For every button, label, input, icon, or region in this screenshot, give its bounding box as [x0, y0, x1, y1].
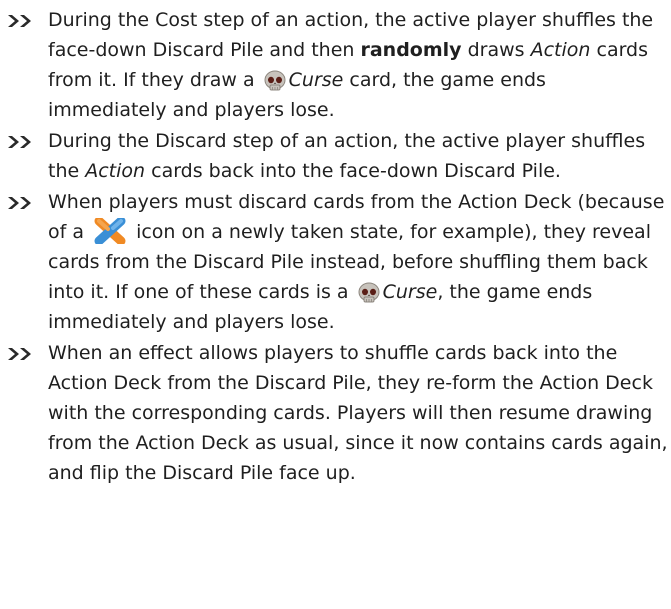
- double-chevron-icon: [6, 134, 36, 150]
- double-chevron-icon: [6, 13, 36, 29]
- card-type-action: Action: [85, 160, 146, 182]
- rule-text: When an effect allows players to shuffle…: [48, 342, 668, 484]
- rules-page: During the Cost step of an action, the a…: [0, 0, 671, 609]
- rule-text: cards back into the face-down Discard Pi…: [145, 160, 561, 182]
- emphasis-bold: randomly: [360, 39, 462, 61]
- discard-cross-icon: [92, 218, 128, 244]
- card-type-curse: Curse: [382, 281, 438, 303]
- skull-icon: [263, 70, 287, 92]
- double-chevron-icon: [6, 346, 36, 362]
- rule-text: draws: [461, 39, 531, 61]
- rule-item-reform-deck: When an effect allows players to shuffle…: [0, 338, 671, 488]
- card-type-action: Action: [530, 39, 591, 61]
- rule-item-discard-from-deck: When players must discard cards from the…: [0, 187, 671, 337]
- rule-item-discard-step: During the Discard step of an action, th…: [0, 126, 671, 186]
- skull-icon: [357, 282, 381, 304]
- double-chevron-icon: [6, 195, 36, 211]
- rule-item-cost-step: During the Cost step of an action, the a…: [0, 5, 671, 125]
- card-type-curse: Curse: [288, 69, 344, 91]
- rules-list: During the Cost step of an action, the a…: [0, 5, 671, 488]
